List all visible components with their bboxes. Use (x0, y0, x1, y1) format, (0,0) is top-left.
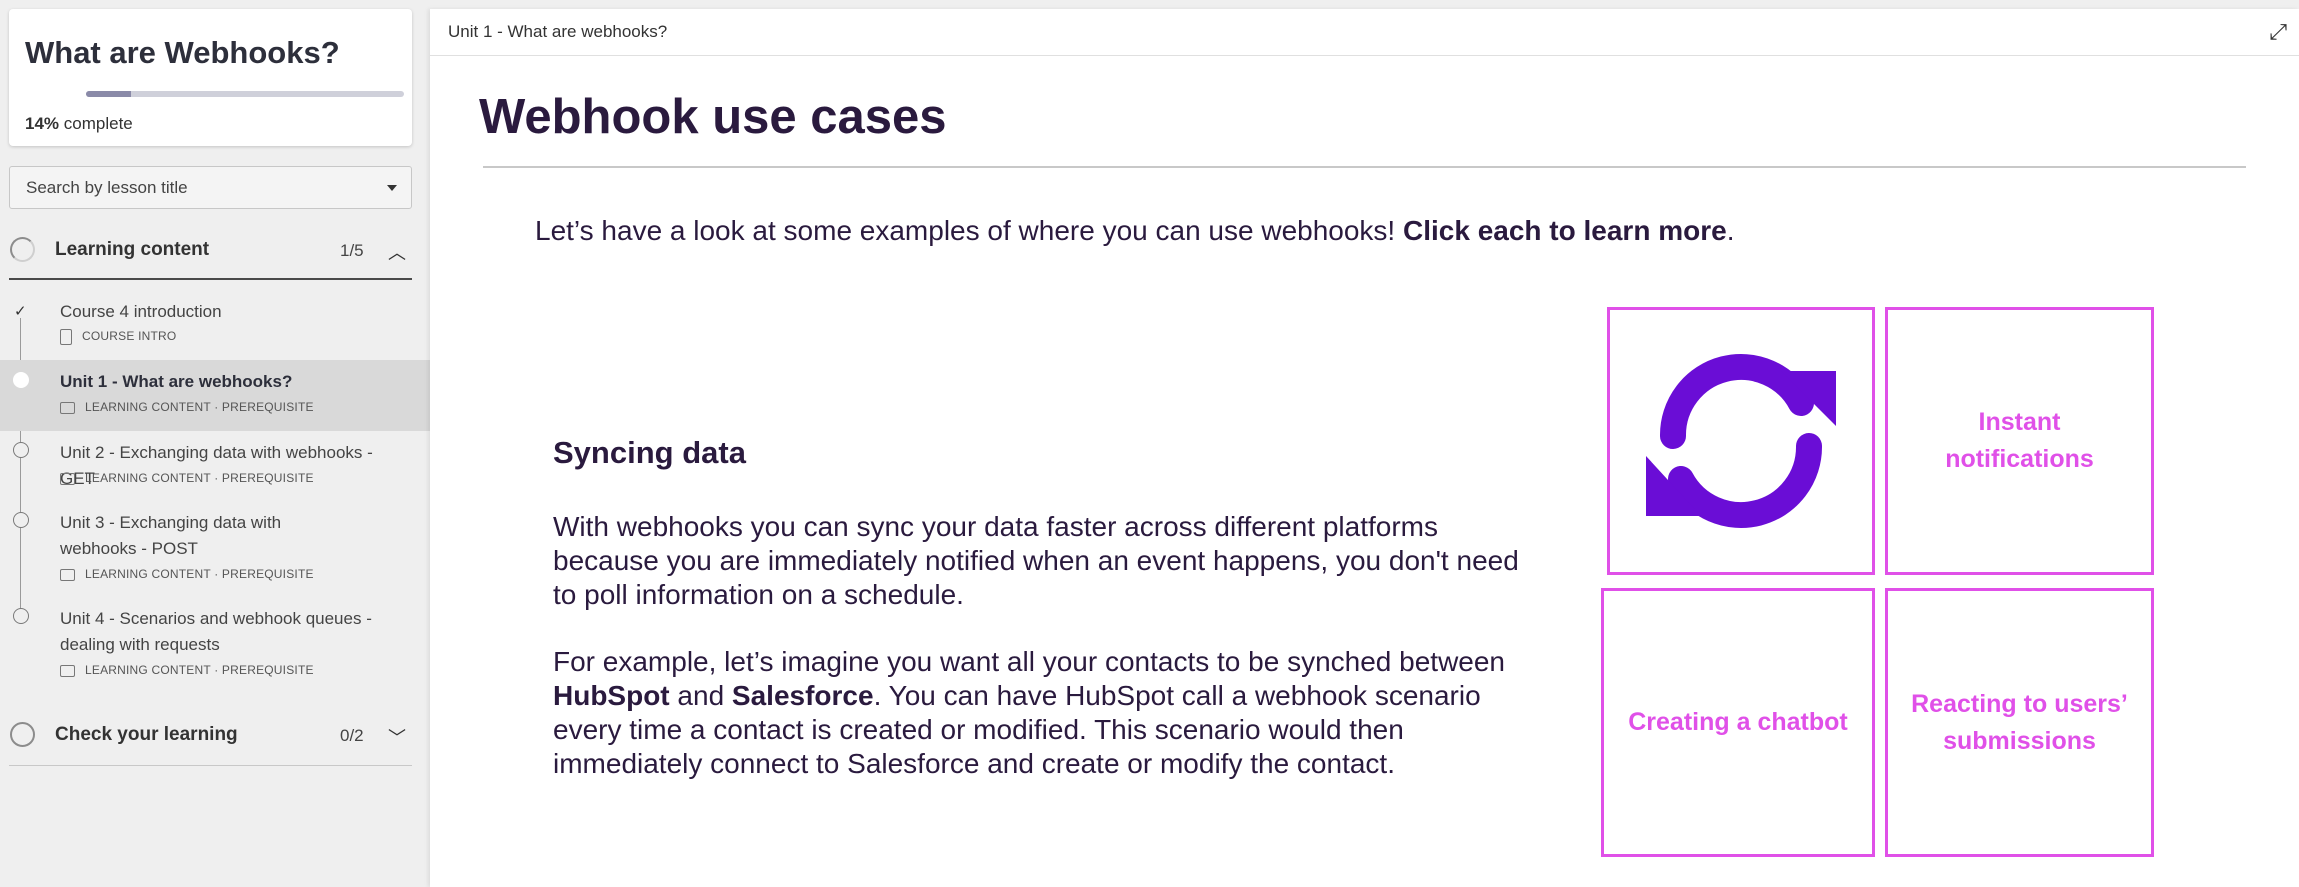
slides-icon (60, 401, 75, 414)
course-title: What are Webhooks? (25, 35, 340, 70)
lesson-status-dot (13, 442, 29, 458)
slides-icon (60, 664, 75, 677)
slides-icon (60, 568, 75, 581)
document-icon (60, 329, 72, 345)
progress-label: complete (63, 114, 133, 133)
lesson-item-course-intro[interactable]: ✓ Course 4 introduction COURSE INTRO (0, 290, 430, 360)
lesson-meta: COURSE INTRO (60, 329, 176, 345)
sync-icon (1646, 353, 1836, 529)
intro-text-bold: Click each to learn more (1403, 215, 1727, 246)
section-count: 1/5 (340, 241, 364, 260)
chevron-down-icon: ﹀ (388, 728, 406, 748)
lesson-content: Unit 1 - What are webhooks? ⤢ Webhook us… (430, 9, 2299, 887)
lesson-title: Unit 3 - Exchanging data with webhooks -… (60, 513, 282, 558)
section-label: Check your learning (55, 724, 238, 745)
tile-label: Creating a chatbot (1628, 708, 1848, 736)
section-label: Learning content (55, 239, 210, 260)
dropdown-caret-icon (387, 185, 397, 191)
tile-label: Reacting to users’ submissions (1911, 689, 2128, 755)
lesson-meta: LEARNING CONTENT · PREREQUISITE (60, 471, 314, 485)
tile-instant-notifications[interactable]: Instant notifications (1885, 307, 2154, 575)
lesson-meta-text: COURSE INTRO (82, 329, 177, 344)
chevron-up-icon: ︿ (388, 243, 406, 263)
lesson-title: Course 4 introduction (60, 302, 222, 321)
section-divider (9, 278, 412, 280)
progress-ring-icon (10, 722, 35, 747)
tile-reacting-to-submissions[interactable]: Reacting to users’ submissions (1885, 588, 2154, 857)
lesson-meta-text: LEARNING CONTENT · PREREQUISITE (85, 567, 314, 581)
section-check-your-learning[interactable]: Check your learning 0/2 ﹀ (0, 712, 412, 758)
progress-bar-fill (86, 91, 131, 97)
lesson-search-select[interactable]: Search by lesson title (9, 166, 412, 209)
content-header: Unit 1 - What are webhooks? ⤢ (430, 9, 2299, 56)
course-sidebar: What are Webhooks? 14% complete Search b… (0, 0, 430, 887)
expand-icon[interactable]: ⤢ (2269, 19, 2287, 45)
lesson-meta-text: LEARNING CONTENT · PREREQUISITE (85, 400, 314, 414)
para2-text-a: For example, let’s imagine you want all … (553, 646, 1505, 677)
progress-ring-icon (10, 237, 35, 262)
intro-text: Let’s have a look at some examples of wh… (535, 215, 1734, 247)
breadcrumb: Unit 1 - What are webhooks? (448, 22, 668, 41)
lesson-item-unit-3[interactable]: Unit 3 - Exchanging data with webhooks -… (0, 501, 430, 597)
section-divider (9, 765, 412, 766)
panel-paragraph-1: With webhooks you can sync your data fas… (553, 511, 1519, 610)
tile-syncing-data[interactable] (1607, 307, 1875, 575)
section-learning-content[interactable]: Learning content 1/5 ︿ (0, 227, 412, 273)
title-divider (483, 166, 2246, 168)
lesson-meta: LEARNING CONTENT · PREREQUISITE (60, 663, 314, 677)
search-placeholder: Search by lesson title (26, 178, 188, 197)
tile-label: Instant notifications (1945, 408, 2094, 473)
lesson-status-dot (13, 608, 29, 624)
panel-title: Syncing data (553, 435, 746, 470)
page-title: Webhook use cases (479, 90, 947, 144)
intro-text-plain: Let’s have a look at some examples of wh… (535, 215, 1403, 246)
lesson-title: Unit 1 - What are webhooks? (60, 372, 293, 391)
slides-icon (60, 472, 75, 485)
tile-creating-a-chatbot[interactable]: Creating a chatbot (1601, 588, 1875, 857)
panel-paragraph-2: For example, let’s imagine you want all … (553, 645, 1523, 781)
intro-text-end: . (1726, 215, 1735, 246)
lesson-meta: LEARNING CONTENT · PREREQUISITE (60, 567, 314, 581)
lesson-meta: LEARNING CONTENT · PREREQUISITE (60, 400, 314, 414)
progress-bar (86, 91, 404, 97)
lesson-item-unit-2[interactable]: Unit 2 - Exchanging data with webhooks -… (0, 431, 430, 501)
course-summary-card: What are Webhooks? 14% complete (9, 9, 412, 146)
section-count: 0/2 (340, 726, 364, 745)
lesson-status-dot (13, 372, 29, 388)
lesson-item-unit-1[interactable]: Unit 1 - What are webhooks? LEARNING CON… (0, 360, 430, 431)
lesson-meta-text: LEARNING CONTENT · PREREQUISITE (85, 471, 314, 485)
lesson-meta-text: LEARNING CONTENT · PREREQUISITE (85, 663, 314, 677)
progress-text: 14% complete (25, 114, 133, 134)
check-icon: ✓ (14, 303, 27, 320)
lesson-title: Unit 4 - Scenarios and webhook queues - … (60, 609, 372, 654)
para2-salesforce: Salesforce (731, 680, 874, 711)
para2-text-c: and (669, 680, 732, 711)
lesson-status-dot (13, 512, 29, 528)
progress-percent: 14% (25, 114, 60, 133)
para2-hubspot: HubSpot (553, 680, 670, 711)
lesson-item-unit-4[interactable]: Unit 4 - Scenarios and webhook queues - … (0, 597, 430, 693)
